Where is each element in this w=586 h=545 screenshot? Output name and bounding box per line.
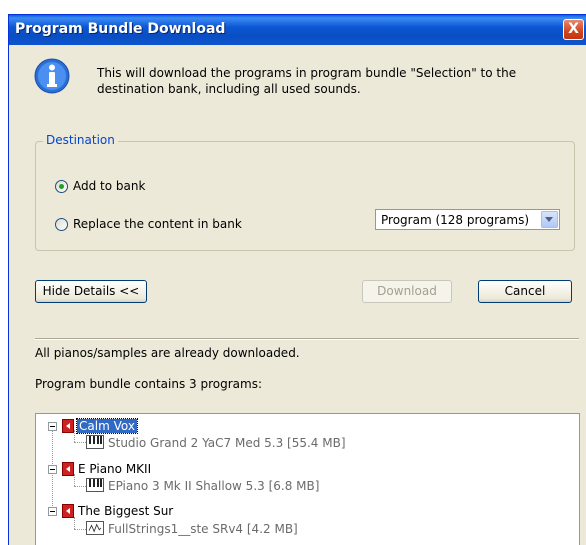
speaker-icon bbox=[62, 504, 74, 518]
cancel-button[interactable]: Cancel bbox=[478, 280, 572, 303]
speaker-icon bbox=[62, 462, 74, 476]
add-to-bank-label[interactable]: Add to bank bbox=[73, 179, 145, 193]
speaker-icon bbox=[62, 419, 74, 433]
close-button[interactable]: X bbox=[563, 19, 584, 40]
download-button[interactable]: Download bbox=[362, 280, 452, 303]
collapse-icon[interactable] bbox=[48, 422, 57, 431]
tree-row-sound[interactable]: Studio Grand 2 YaC7 Med 5.3 [55.4 MB] bbox=[36, 434, 579, 452]
bank-select-value: Program (128 programs) bbox=[381, 213, 530, 227]
replace-content-label[interactable]: Replace the content in bank bbox=[73, 217, 242, 231]
info-icon bbox=[34, 58, 70, 94]
destination-group bbox=[35, 141, 575, 251]
program-name[interactable]: E Piano MKII bbox=[78, 462, 151, 476]
piano-icon bbox=[86, 478, 104, 492]
waveform-icon bbox=[86, 521, 104, 535]
collapse-icon[interactable] bbox=[48, 465, 57, 474]
divider bbox=[35, 338, 579, 340]
dialog-title: Program Bundle Download bbox=[15, 21, 226, 37]
replace-content-radio[interactable] bbox=[55, 218, 68, 231]
program-name[interactable]: Calm Vox bbox=[76, 418, 138, 434]
chevron-down-icon[interactable] bbox=[541, 211, 558, 228]
sound-name[interactable]: EPiano 3 Mk II Shallow 5.3 [6.8 MB] bbox=[108, 479, 319, 493]
info-message: This will download the programs in progr… bbox=[97, 66, 517, 96]
destination-legend: Destination bbox=[43, 133, 118, 147]
bundle-contents-text: Program bundle contains 3 programs: bbox=[35, 377, 262, 391]
download-status-text: All pianos/samples are already downloade… bbox=[35, 346, 300, 360]
tree-row-sound[interactable]: FullStrings1__ste SRv4 [4.2 MB] bbox=[36, 520, 579, 538]
title-bar[interactable]: Program Bundle Download X bbox=[9, 15, 586, 45]
collapse-icon[interactable] bbox=[48, 507, 57, 516]
program-tree[interactable]: Calm Vox Studio Grand 2 YaC7 Med 5.3 [55… bbox=[35, 413, 580, 545]
add-to-bank-radio[interactable] bbox=[55, 180, 68, 193]
program-name[interactable]: The Biggest Sur bbox=[78, 504, 173, 518]
sound-name[interactable]: FullStrings1__ste SRv4 [4.2 MB] bbox=[108, 522, 298, 536]
tree-row-sound[interactable]: EPiano 3 Mk II Shallow 5.3 [6.8 MB] bbox=[36, 477, 579, 495]
bank-select[interactable]: Program (128 programs) bbox=[375, 209, 560, 230]
hide-details-button[interactable]: Hide Details << bbox=[35, 280, 147, 303]
program-bundle-download-dialog: Program Bundle Download X This will down… bbox=[8, 14, 586, 545]
sound-name[interactable]: Studio Grand 2 YaC7 Med 5.3 [55.4 MB] bbox=[108, 436, 346, 450]
piano-icon bbox=[86, 435, 104, 449]
tree-row-program[interactable]: The Biggest Sur bbox=[36, 503, 579, 521]
